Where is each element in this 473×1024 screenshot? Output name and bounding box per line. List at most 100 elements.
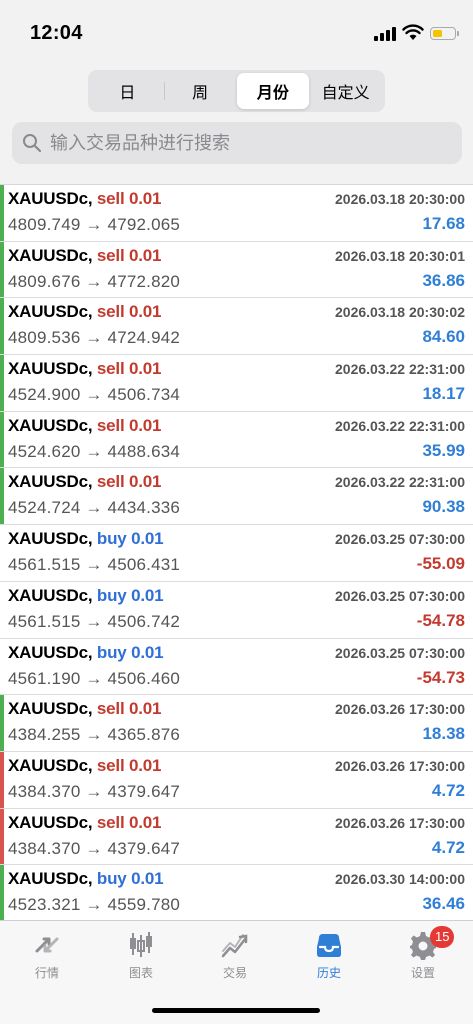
trade-row[interactable]: XAUUSDc, buy 0.01 4561.190 → 4506.460 2026… [0, 638, 473, 696]
trade-volume: 0.01 [129, 755, 162, 775]
trade-time: 2026.03.22 22:31:00 [335, 474, 465, 491]
trade-time: 2026.03.25 07:30:00 [335, 587, 465, 604]
tab-settings-label: 设置 [410, 966, 435, 980]
tab-quotes-label: 行情 [34, 966, 59, 980]
trade-title: XAUUSDc, sell 0.01 [8, 472, 161, 492]
trade-side: sell [96, 755, 125, 775]
search-icon [23, 134, 42, 153]
trade-volume: 0.01 [131, 585, 164, 605]
trade-symbol: XAUUSDc, [8, 869, 93, 889]
trade-status-bar [0, 185, 4, 241]
trade-prices: 4809.536 → 4724.942 [8, 328, 181, 348]
trade-volume: 0.01 [129, 302, 162, 322]
trade-title: XAUUSDc, sell 0.01 [8, 302, 161, 322]
tab-settings[interactable]: 15 设置 [376, 926, 470, 981]
trade-side: buy [96, 642, 127, 662]
trade-side: buy [96, 529, 127, 549]
trade-row[interactable]: XAUUSDc, sell 0.01 4524.724 → 4434.336 202… [0, 468, 473, 526]
search-bar[interactable] [12, 122, 462, 164]
segment-day[interactable]: 日 [91, 73, 164, 109]
segment-week[interactable]: 周 [163, 73, 237, 109]
trade-symbol: XAUUSDc, [8, 415, 93, 435]
trade-profit: 36.86 [422, 270, 465, 290]
trade-symbol: XAUUSDc, [8, 642, 93, 662]
status-time: 12:04 [30, 22, 83, 44]
tab-history[interactable]: 历史 [282, 929, 376, 981]
trade-row[interactable]: XAUUSDc, sell 0.01 4384.255 → 4365.876 202… [0, 695, 473, 752]
trade-profit: 35.99 [422, 440, 465, 460]
trade-side: sell [96, 359, 125, 379]
trade-prices: 4524.724 → 4434.336 [8, 498, 181, 518]
trade-title: XAUUSDc, sell 0.01 [8, 246, 161, 266]
trade-row[interactable]: XAUUSDc, buy 0.01 4523.321 → 4559.780 2026… [0, 865, 473, 920]
trade-symbol: XAUUSDc, [8, 472, 93, 492]
trade-row[interactable]: XAUUSDc, sell 0.01 4524.900 → 4506.734 202… [0, 355, 473, 412]
trade-title: XAUUSDc, sell 0.01 [8, 699, 161, 719]
trade-side: buy [96, 585, 127, 605]
trade-side: buy [96, 869, 127, 889]
trade-symbol: XAUUSDc, [8, 699, 93, 719]
trade-symbol: XAUUSDc, [8, 189, 93, 208]
trade-time: 2026.03.22 22:31:00 [335, 361, 465, 378]
trade-row[interactable]: XAUUSDc, buy 0.01 4561.515 → 4506.431 2026… [0, 525, 473, 582]
trade-status-bar [0, 411, 4, 468]
trade-history-list: XAUUSDc, sell 0.01 4809.749 → 4792.065 202… [0, 184, 473, 920]
tab-quotes[interactable]: 行情 [0, 929, 94, 981]
wifi-icon [402, 24, 424, 40]
trade-profit: 4.72 [431, 780, 465, 800]
trade-row[interactable]: XAUUSDc, sell 0.01 4384.370 → 4379.647 202… [0, 751, 473, 809]
tab-chart[interactable]: 图表 [94, 929, 188, 981]
trade-volume: 0.01 [131, 869, 164, 889]
trade-title: XAUUSDc, buy 0.01 [8, 529, 164, 549]
trade-time: 2026.03.18 20:30:00 [335, 191, 465, 207]
trade-status-bar [0, 751, 4, 808]
trade-status-bar [0, 468, 4, 525]
trade-volume: 0.01 [129, 415, 162, 435]
trade-row[interactable]: XAUUSDc, sell 0.01 4809.676 → 4772.820 202… [0, 241, 473, 299]
search-input[interactable] [50, 132, 450, 154]
tab-chart-label: 图表 [128, 966, 153, 980]
trade-prices: 4523.321 → 4559.780 [8, 895, 181, 915]
trade-volume: 0.01 [131, 642, 164, 662]
trade-profit: -54.73 [416, 667, 465, 687]
trade-profit: -55.09 [416, 554, 465, 574]
trade-volume: 0.01 [129, 812, 162, 832]
trade-side: sell [96, 472, 125, 492]
trade-prices: 4561.515 → 4506.742 [8, 611, 181, 631]
period-segmented-control: 日 周 月份 自定义 [88, 70, 385, 112]
trade-prices: 4561.190 → 4506.460 [8, 668, 181, 688]
home-indicator[interactable] [152, 1008, 320, 1013]
trade-row[interactable]: XAUUSDc, buy 0.01 4561.515 → 4506.742 2026… [0, 581, 473, 639]
trade-status-bar [0, 865, 4, 920]
trade-profit: -54.78 [416, 610, 465, 630]
trade-profit: 36.46 [422, 894, 465, 914]
trade-row[interactable]: XAUUSDc, sell 0.01 4524.620 → 4488.634 202… [0, 411, 473, 469]
trade-title: XAUUSDc, sell 0.01 [8, 813, 161, 833]
trade-symbol: XAUUSDc, [8, 359, 93, 379]
tab-trade[interactable]: 交易 [188, 929, 282, 981]
segment-month[interactable]: 月份 [236, 73, 310, 109]
trade-status-bar [0, 808, 4, 865]
chart-icon [130, 932, 152, 957]
settings-badge: 15 [430, 926, 455, 948]
trade-time: 2026.03.22 22:31:00 [335, 417, 465, 434]
trade-prices: 4524.900 → 4506.734 [8, 385, 181, 405]
trade-side: sell [96, 699, 125, 719]
trade-time: 2026.03.18 20:30:01 [335, 247, 465, 264]
trade-title: XAUUSDc, sell 0.01 [8, 189, 161, 209]
trade-row[interactable]: XAUUSDc, sell 0.01 4809.749 → 4792.065 202… [0, 185, 473, 242]
trade-title: XAUUSDc, buy 0.01 [8, 642, 164, 663]
trade-time: 2026.03.26 17:30:00 [335, 757, 465, 774]
quotes-icon [35, 937, 59, 953]
trade-row[interactable]: XAUUSDc, sell 0.01 4384.370 → 4379.647 202… [0, 808, 473, 866]
trade-volume: 0.01 [129, 189, 162, 208]
trade-status-bar [0, 639, 4, 695]
trade-symbol: XAUUSDc, [8, 755, 93, 775]
trade-symbol: XAUUSDc, [8, 529, 93, 549]
trade-row[interactable]: XAUUSDc, sell 0.01 4809.536 → 4724.942 202… [0, 298, 473, 356]
status-bar: 12:04 [0, 0, 473, 62]
trade-volume: 0.01 [129, 699, 162, 719]
trade-time: 2026.03.25 07:30:00 [335, 531, 465, 548]
segment-custom[interactable]: 自定义 [309, 73, 382, 109]
trade-status-bar [0, 582, 4, 638]
